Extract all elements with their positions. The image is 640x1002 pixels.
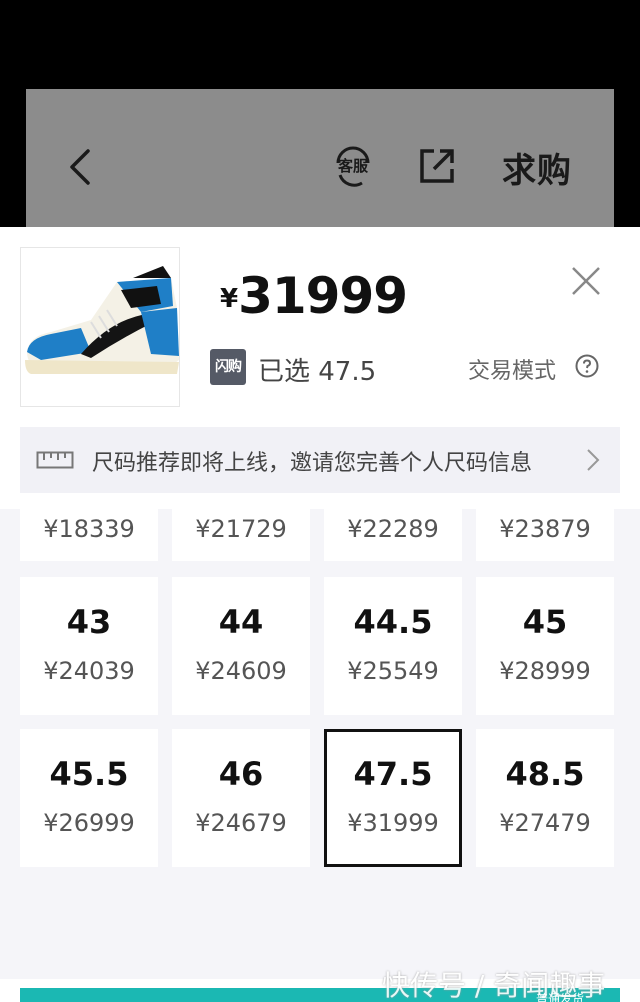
size-price: ¥23879: [499, 515, 591, 543]
size-label: 43: [66, 603, 112, 641]
price-value: 31999: [238, 267, 408, 325]
size-price: ¥28999: [499, 657, 591, 685]
flash-buy-badge: 闪购: [210, 349, 246, 385]
size-price: ¥25549: [347, 657, 439, 685]
product-image: [20, 247, 180, 407]
top-navigation-bar: 客服 求购: [26, 89, 614, 229]
size-option[interactable]: ¥22289: [324, 509, 462, 561]
size-price: ¥24039: [43, 657, 135, 685]
size-label: 46: [218, 755, 264, 793]
size-label: 45.5: [49, 755, 129, 793]
share-icon[interactable]: [418, 147, 456, 185]
want-to-buy-button[interactable]: 求购: [502, 143, 572, 192]
customer-service-icon[interactable]: 客服: [332, 145, 374, 187]
sneaker-illustration: [25, 266, 179, 374]
help-icon[interactable]: [575, 354, 599, 378]
size-price: ¥27479: [499, 809, 591, 837]
size-option-selected[interactable]: 47.5 ¥31999: [324, 729, 462, 867]
size-option[interactable]: 43 ¥24039: [20, 577, 158, 715]
size-option[interactable]: ¥21729: [172, 509, 310, 561]
screen: 客服 求购 ¥31999 闪购 已选 47.5 交易模式 尺码推荐即将上线，邀请…: [0, 0, 640, 1002]
product-price: ¥31999: [220, 267, 408, 325]
size-price: ¥31999: [347, 809, 439, 837]
size-label: 44.5: [353, 603, 433, 641]
size-option[interactable]: 45 ¥28999: [476, 577, 614, 715]
size-recommendation-banner[interactable]: 尺码推荐即将上线，邀请您完善个人尺码信息: [20, 427, 620, 493]
close-icon[interactable]: [570, 265, 602, 297]
size-option[interactable]: ¥18339: [20, 509, 158, 561]
size-option[interactable]: ¥23879: [476, 509, 614, 561]
size-label: 47.5: [353, 755, 433, 793]
currency-symbol: ¥: [220, 284, 239, 314]
size-option[interactable]: 45.5 ¥26999: [20, 729, 158, 867]
chevron-right-icon: [587, 449, 600, 471]
size-option[interactable]: 46 ¥24679: [172, 729, 310, 867]
selected-size-text: 已选 47.5: [258, 357, 377, 387]
size-price: ¥18339: [43, 515, 135, 543]
size-label: 44: [218, 603, 264, 641]
size-price: ¥26999: [43, 809, 135, 837]
size-grid: ¥18339 ¥21729 ¥22289 ¥23879 43 ¥24039 44…: [0, 509, 640, 979]
size-option[interactable]: 44 ¥24609: [172, 577, 310, 715]
size-label: 45: [522, 603, 568, 641]
size-selection-sheet: ¥31999 闪购 已选 47.5 交易模式 尺码推荐即将上线，邀请您完善个人尺…: [0, 227, 640, 1002]
ruler-icon: [36, 451, 74, 469]
size-price: ¥24679: [195, 809, 287, 837]
banner-text: 尺码推荐即将上线，邀请您完善个人尺码信息: [92, 451, 533, 476]
size-option[interactable]: 48.5 ¥27479: [476, 729, 614, 867]
shipping-label: 普通发货: [536, 992, 585, 1002]
trade-mode-link[interactable]: 交易模式: [468, 353, 556, 385]
size-price: ¥21729: [195, 515, 287, 543]
size-price: ¥24609: [195, 657, 287, 685]
back-arrow-icon[interactable]: [66, 147, 96, 187]
size-option[interactable]: 44.5 ¥25549: [324, 577, 462, 715]
customer-service-label: 客服: [337, 157, 368, 175]
size-price: ¥22289: [347, 515, 439, 543]
size-label: 48.5: [505, 755, 585, 793]
